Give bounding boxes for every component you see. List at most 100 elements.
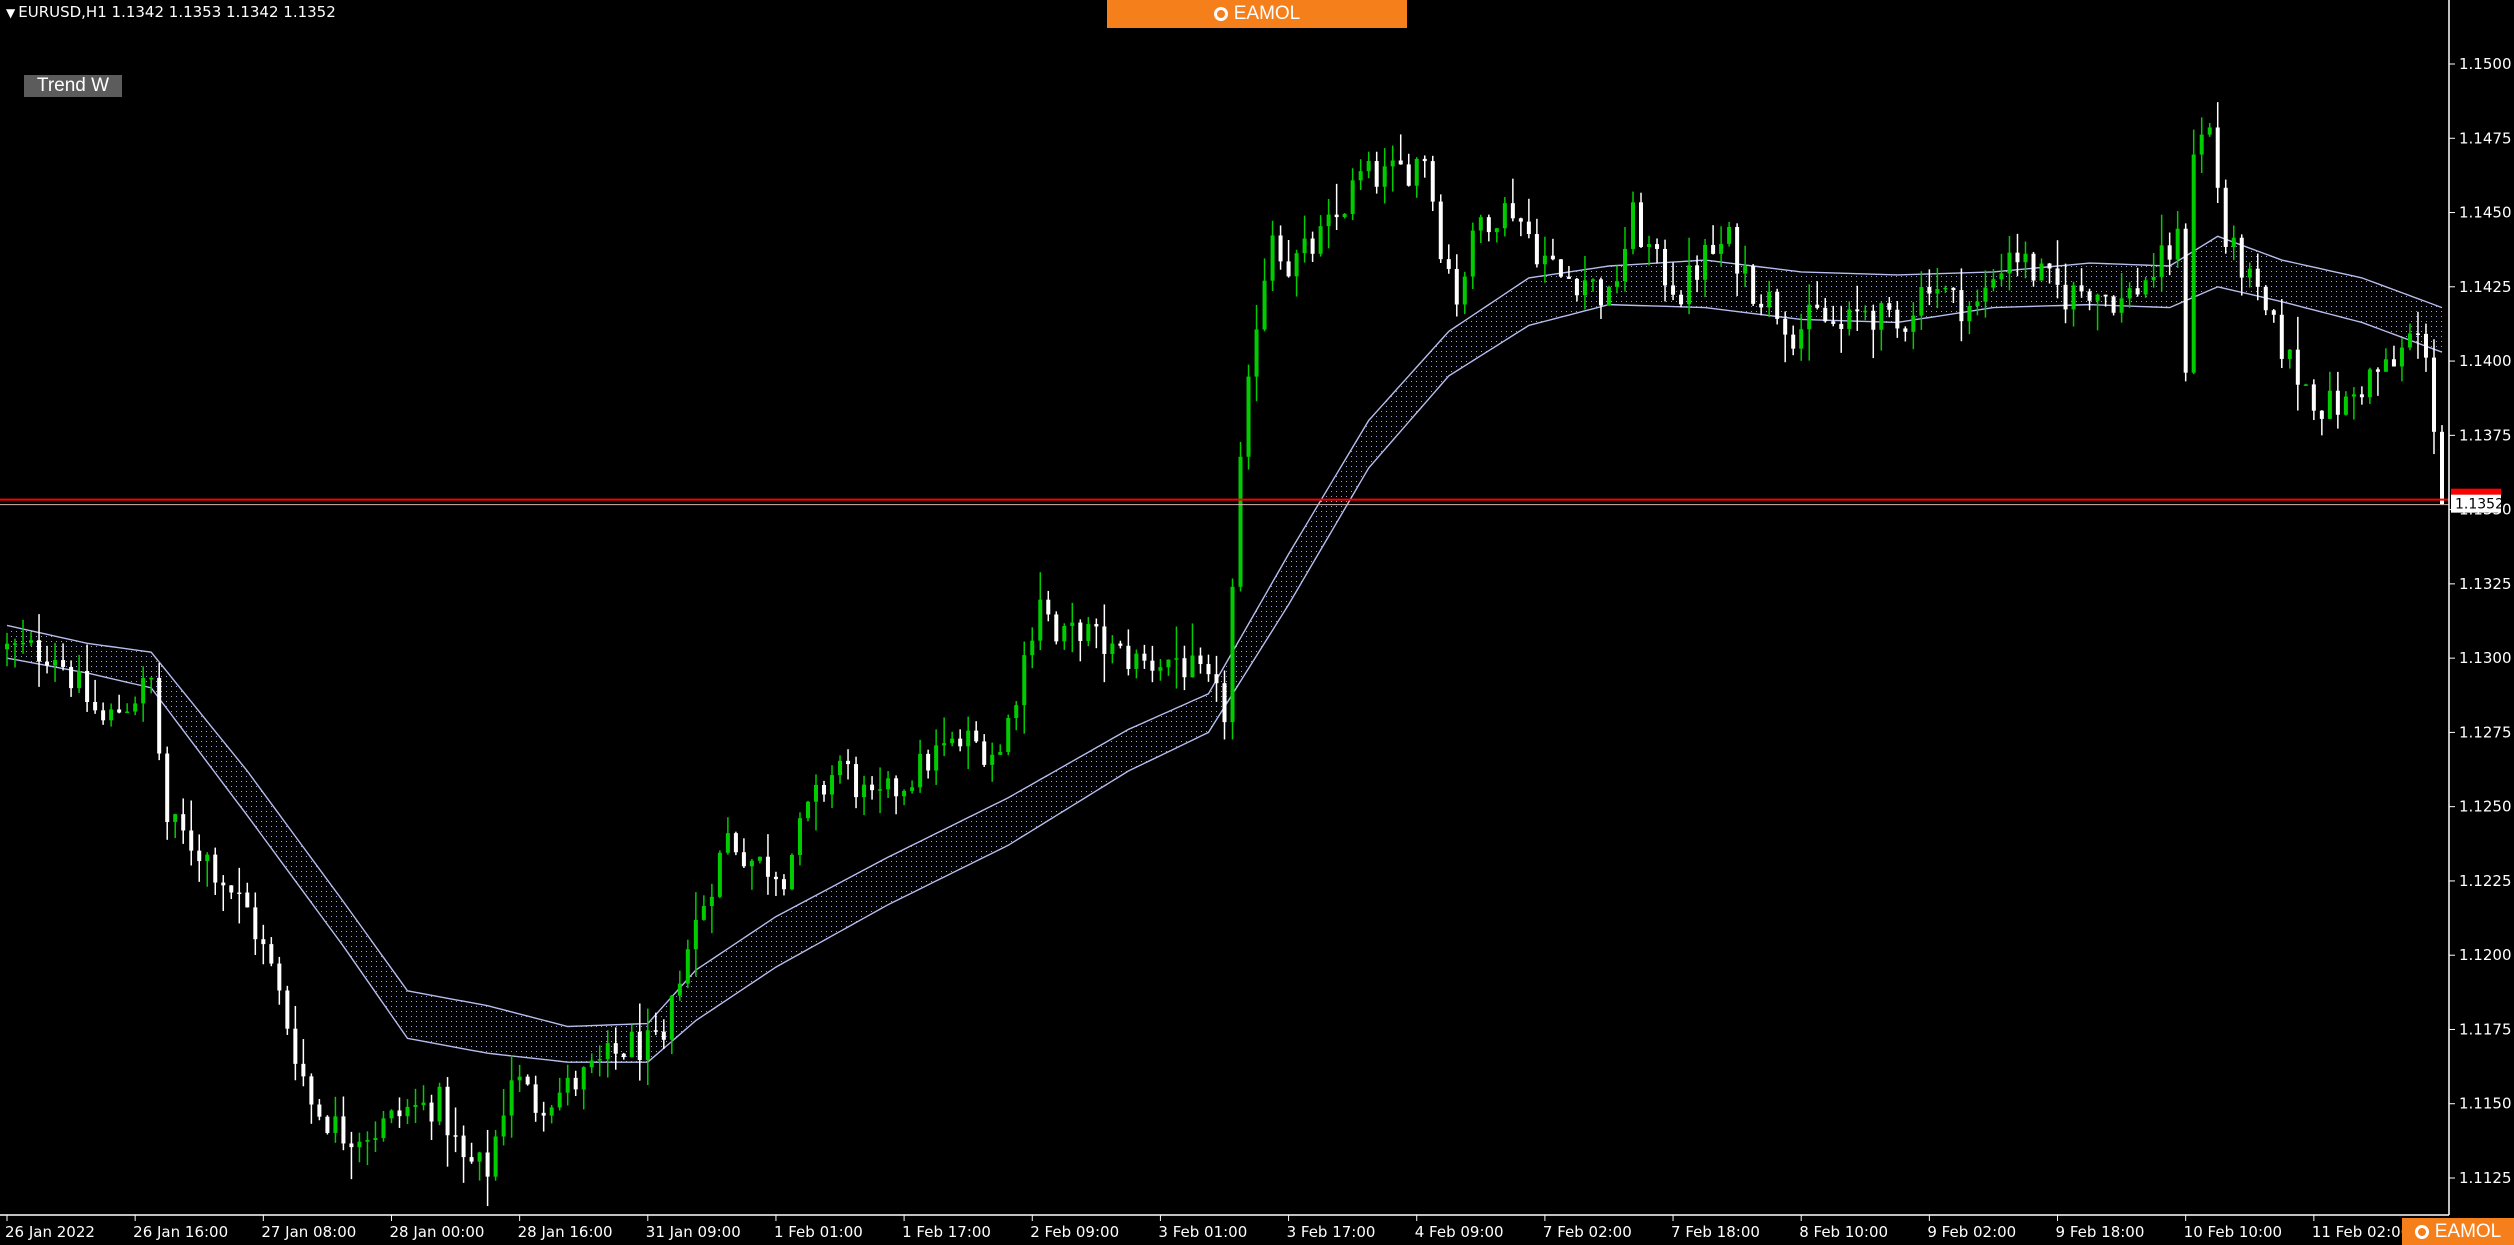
candle <box>413 1088 418 1124</box>
candle-body <box>213 854 218 883</box>
candle <box>341 1096 346 1151</box>
candle <box>1903 326 1908 342</box>
candle-body <box>2431 357 2436 432</box>
candle-body <box>1070 622 1075 626</box>
x-tick-label: 9 Feb 18:00 <box>2056 1223 2145 1241</box>
candle-body <box>365 1139 370 1142</box>
candle <box>429 1094 434 1140</box>
candle <box>381 1110 386 1142</box>
price-tag-marker <box>2451 488 2501 495</box>
candle-body <box>645 1030 650 1060</box>
indicator-label[interactable]: Trend W <box>24 75 122 97</box>
candle-body <box>1510 203 1515 219</box>
candle <box>245 882 250 908</box>
candle-body <box>797 818 802 855</box>
candle-body <box>653 1030 658 1032</box>
candle-body <box>549 1107 554 1116</box>
candle-body <box>405 1106 410 1117</box>
candle-body <box>1110 643 1115 654</box>
candle <box>934 729 939 785</box>
candle <box>637 1003 642 1081</box>
x-tick-label: 1 Feb 17:00 <box>902 1223 991 1241</box>
candle <box>1534 218 1539 268</box>
candle <box>1070 602 1075 653</box>
candle <box>942 717 947 757</box>
candle-body <box>2303 384 2308 386</box>
candle <box>269 937 274 967</box>
candle <box>1310 231 1315 262</box>
candle-body <box>1863 310 1868 313</box>
candle-body <box>1166 659 1171 668</box>
candle <box>709 883 714 934</box>
candle <box>741 838 746 869</box>
candle <box>1022 641 1027 734</box>
candle <box>1454 254 1459 317</box>
candle <box>2335 371 2340 429</box>
candle <box>453 1107 458 1153</box>
candle-body <box>1727 226 1732 244</box>
candle <box>862 775 867 816</box>
candle <box>1494 227 1499 243</box>
candle <box>213 847 218 895</box>
candle-body <box>373 1138 378 1140</box>
candle <box>2223 179 2228 254</box>
candle <box>2183 223 2188 382</box>
candle <box>1062 623 1067 650</box>
candle <box>469 1142 474 1164</box>
candle <box>533 1075 538 1122</box>
candle-body <box>1494 228 1499 233</box>
candle-body <box>1390 160 1395 167</box>
candle <box>253 892 258 956</box>
candle <box>733 831 738 856</box>
candle-body <box>621 1053 626 1058</box>
candle-body <box>942 743 947 746</box>
candle <box>493 1129 498 1181</box>
candle-body <box>333 1116 338 1133</box>
candle-body <box>2231 237 2236 247</box>
candle <box>525 1074 530 1086</box>
candle <box>1246 364 1251 470</box>
candle-body <box>1246 376 1251 457</box>
dropdown-triangle-icon[interactable]: ▼ <box>6 6 15 20</box>
candle-body <box>2127 288 2132 299</box>
candle <box>1342 213 1347 219</box>
candle-body <box>573 1077 578 1090</box>
candle <box>357 1132 362 1163</box>
candle <box>501 1089 506 1146</box>
candle <box>1238 441 1243 592</box>
candle-body <box>1542 255 1547 265</box>
candle-body <box>854 764 859 798</box>
candle <box>1727 222 1732 247</box>
candle-body <box>1462 276 1467 305</box>
x-tick-label: 3 Feb 17:00 <box>1287 1223 1376 1241</box>
candle <box>982 734 987 767</box>
candle-body <box>117 709 122 713</box>
candle <box>1438 194 1443 263</box>
candle-body <box>1374 161 1379 187</box>
candle <box>181 798 186 844</box>
x-tick-label: 11 Feb 02:00 <box>2312 1223 2410 1241</box>
price-chart[interactable]: 1.1500 1.1475 1.1450 1.1425 1.1400 1.1375 1.13… <box>0 0 2514 1245</box>
candle-body <box>1078 622 1083 641</box>
candle-body <box>2343 396 2348 415</box>
candle-body <box>597 1059 602 1061</box>
candle-body <box>317 1104 322 1117</box>
candle <box>421 1085 426 1111</box>
candle-body <box>1807 304 1812 330</box>
candle-body <box>781 879 786 890</box>
candle <box>725 817 730 855</box>
candle-body <box>1526 221 1531 235</box>
candle-body <box>2215 127 2220 188</box>
candle <box>813 774 818 831</box>
candle-body <box>2287 349 2292 359</box>
candle-body <box>293 1028 298 1064</box>
candle <box>1470 222 1475 290</box>
candle-body <box>2263 286 2268 311</box>
candle-body <box>1062 625 1067 642</box>
candle <box>1294 249 1299 297</box>
candle-body <box>1302 238 1307 254</box>
candle <box>109 703 114 727</box>
candle <box>1142 644 1147 669</box>
y-tick-label: 1.1225 <box>2459 872 2512 890</box>
candle-body <box>613 1043 618 1054</box>
